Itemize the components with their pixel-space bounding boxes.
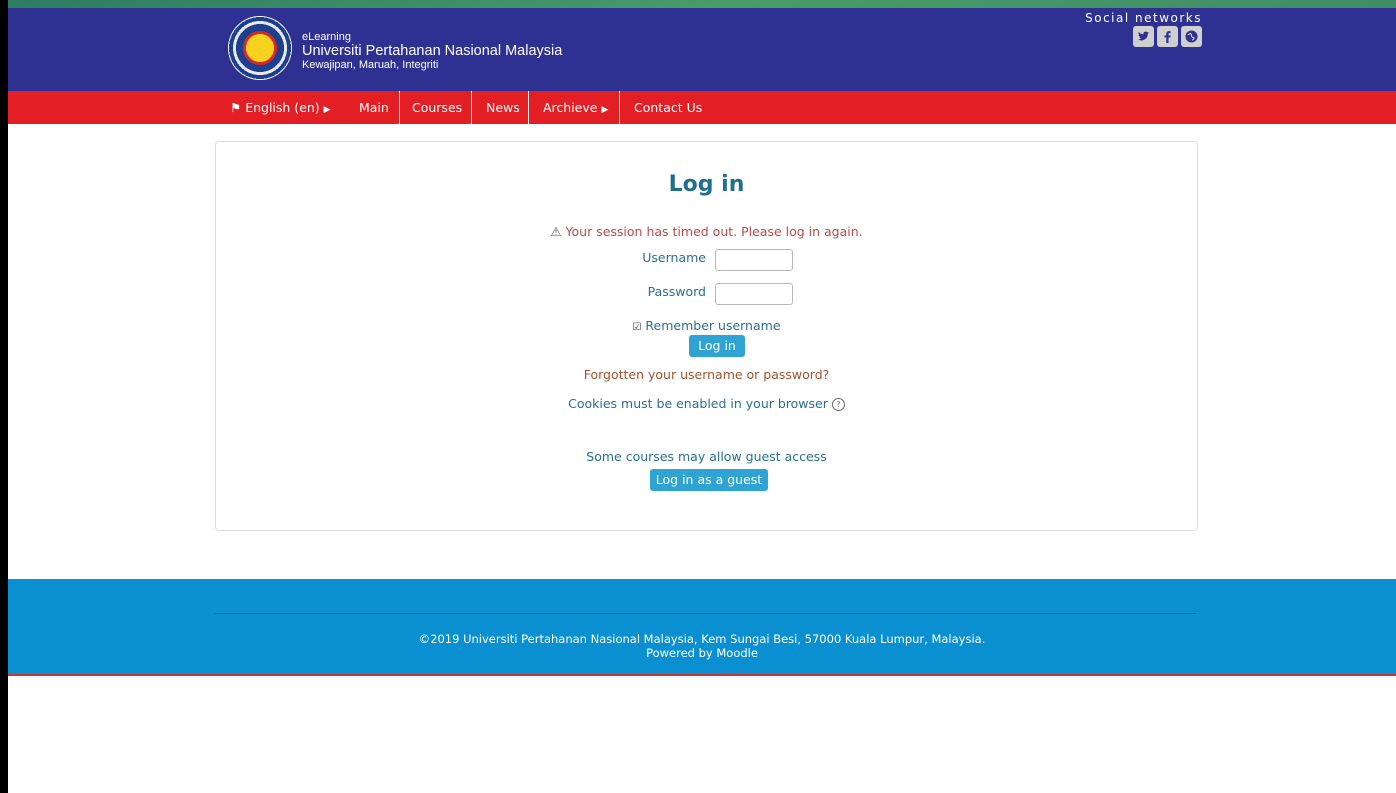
- remember-username-label[interactable]: Remember username: [645, 318, 780, 333]
- window-edge: [0, 0, 8, 793]
- nav-separator: [619, 91, 620, 124]
- site-brand[interactable]: eLearning Universiti Pertahanan Nasional…: [302, 31, 562, 71]
- password-label: Password: [647, 284, 706, 299]
- brand-tagline: Kewajipan, Maruah, Integriti: [302, 59, 439, 71]
- login-button[interactable]: Log in: [689, 335, 745, 357]
- guest-access-text: Some courses may allow guest access: [586, 449, 827, 464]
- nav-item-main[interactable]: Main: [359, 91, 389, 124]
- session-timeout-message: ⚠ Your session has timed out. Please log…: [216, 224, 1197, 239]
- forgot-password-link[interactable]: Forgotten your username or password?: [216, 367, 1197, 382]
- username-input[interactable]: [715, 249, 793, 271]
- footer-copyright: ©2019 Universiti Pertahanan Nasional Mal…: [418, 632, 986, 646]
- site-footer: ©2019 Universiti Pertahanan Nasional Mal…: [8, 579, 1396, 676]
- nav-separator: [399, 91, 400, 124]
- remember-username-row: ☑ Remember username: [216, 318, 1197, 333]
- help-icon[interactable]: ?: [831, 398, 845, 411]
- nav-separator: [528, 91, 529, 124]
- flag-icon: ⚑: [230, 100, 242, 115]
- cookies-notice-text: Cookies must be enabled in your browser: [568, 396, 828, 411]
- caret-right-icon: ▶: [323, 105, 331, 115]
- guest-login-button[interactable]: Log in as a guest: [650, 469, 768, 491]
- brand-elearning: eLearning: [302, 31, 351, 43]
- browser-page: eLearning Universiti Pertahanan Nasional…: [8, 8, 1396, 793]
- university-logo[interactable]: [228, 16, 292, 80]
- nav-separator: [471, 91, 472, 124]
- username-label: Username: [642, 250, 706, 265]
- social-networks-title: Social networks: [1085, 11, 1202, 25]
- language-menu-label: English (en): [245, 100, 320, 115]
- footer-divider: [215, 613, 1196, 614]
- nav-item-archieve[interactable]: Archieve ▶: [543, 91, 608, 124]
- remember-username-checkbox[interactable]: ☑: [632, 322, 641, 333]
- footer-text: ©2019 Universiti Pertahanan Nasional Mal…: [8, 632, 1396, 660]
- login-panel: Log in ⚠ Your session has timed out. Ple…: [215, 141, 1198, 531]
- page-title: Log in: [668, 172, 745, 197]
- social-networks: Social networks: [1085, 11, 1202, 47]
- site-header: eLearning Universiti Pertahanan Nasional…: [8, 8, 1396, 91]
- twitter-icon[interactable]: [1133, 26, 1154, 47]
- session-timeout-text: Your session has timed out. Please log i…: [565, 224, 863, 239]
- brand-university-name: Universiti Pertahanan Nasional Malaysia: [302, 43, 563, 59]
- warning-icon: ⚠: [550, 224, 562, 239]
- caret-right-icon: ▶: [601, 105, 609, 115]
- language-menu[interactable]: ⚑ English (en) ▶: [230, 91, 331, 124]
- nav-item-archieve-label: Archieve: [543, 100, 598, 115]
- nav-item-courses[interactable]: Courses: [412, 91, 462, 124]
- nav-item-contact-us[interactable]: Contact Us: [634, 91, 702, 124]
- globe-icon[interactable]: [1181, 26, 1202, 47]
- password-input[interactable]: [715, 283, 793, 305]
- nav-item-news[interactable]: News: [486, 91, 520, 124]
- facebook-icon[interactable]: [1157, 26, 1178, 47]
- main-navbar: ⚑ English (en) ▶ Main Courses News Archi…: [8, 91, 1396, 124]
- cookies-notice: Cookies must be enabled in your browser …: [216, 396, 1197, 411]
- footer-powered-by-link[interactable]: Powered by Moodle: [8, 646, 1396, 660]
